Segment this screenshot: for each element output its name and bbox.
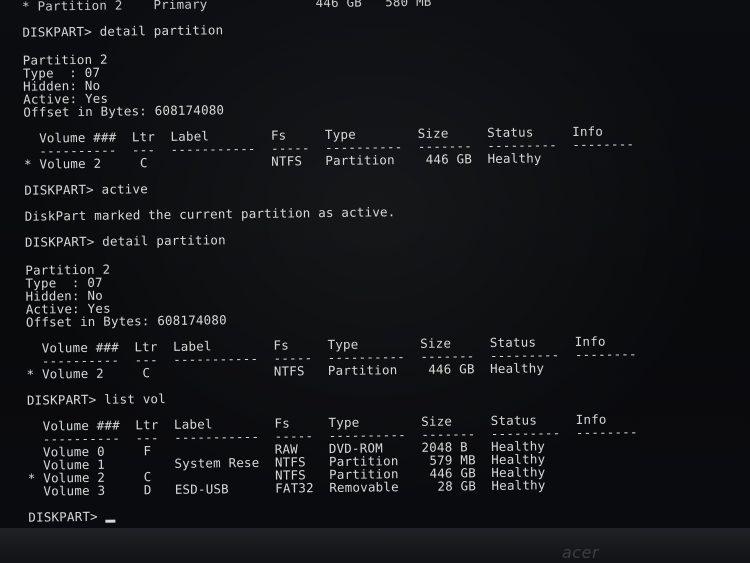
partition-list-row: * Partition 2 Primary 446 GB 580 MB (21, 0, 432, 14)
prompt-text: DISKPART> (28, 508, 106, 525)
command-line: DISKPART> active (24, 181, 149, 198)
detail-offset: Offset in Bytes: 608174080 (25, 312, 227, 330)
text-cursor (105, 519, 116, 523)
detail-offset: Offset in Bytes: 608174080 (23, 102, 225, 120)
command-output: DiskPart marked the current partition as… (24, 204, 396, 224)
command-prompt-window[interactable]: * Partition 2 Primary 446 GB 580 MB DISK… (0, 0, 750, 528)
command-line: DISKPART> list vol (26, 391, 167, 408)
monitor-screen: * Partition 2 Primary 446 GB 580 MB DISK… (0, 0, 750, 528)
prompt-line[interactable]: DISKPART> (28, 508, 116, 525)
command-line: DISKPART> detail partition (24, 232, 226, 250)
monitor-brand-logo: acer (562, 543, 600, 562)
monitor-bezel (0, 528, 750, 563)
command-line: DISKPART> detail partition (22, 22, 224, 40)
